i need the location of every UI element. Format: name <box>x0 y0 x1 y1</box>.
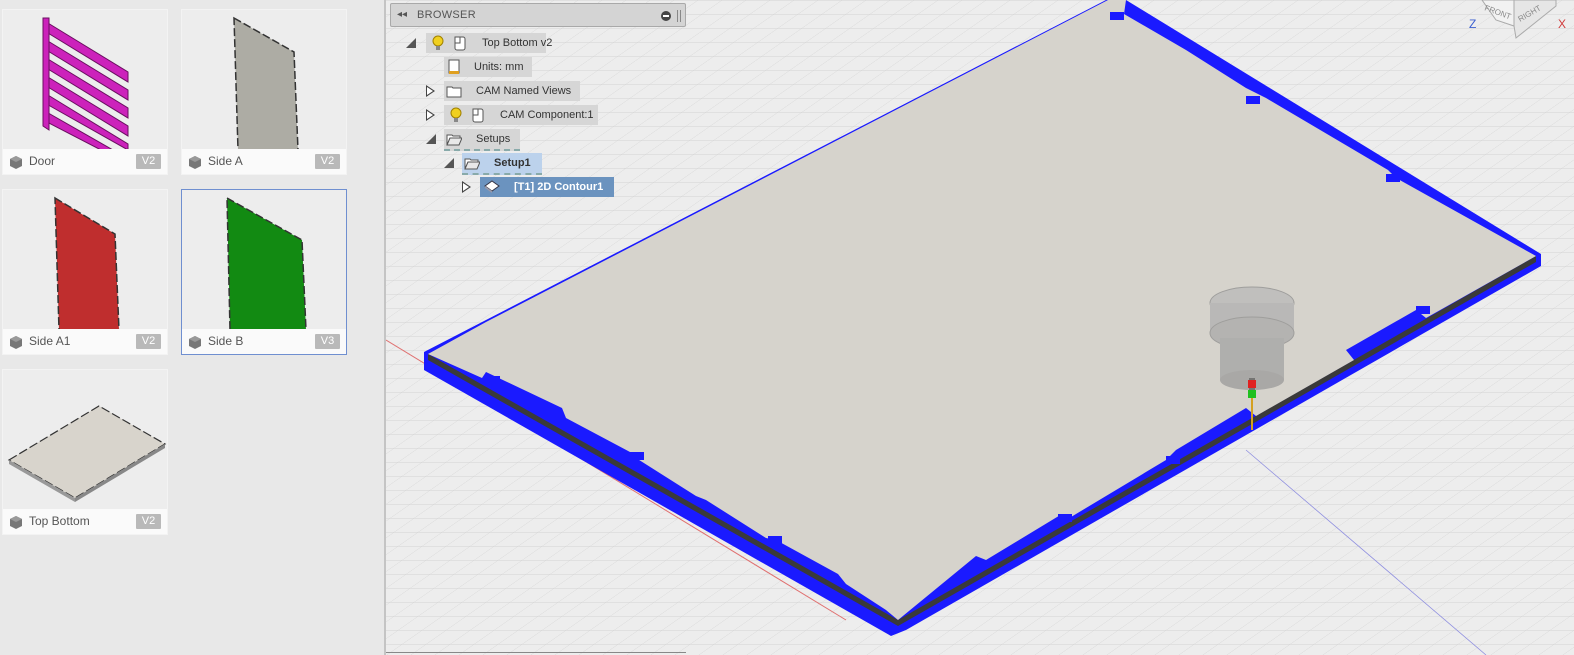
operation-label: [T1] 2D Contour1 <box>514 181 604 193</box>
design-cube-icon <box>10 336 22 349</box>
design-name: Side A1 <box>29 334 71 348</box>
tool-axis-x-marker <box>1248 380 1256 388</box>
design-thumbnail <box>3 190 167 330</box>
horizontal-scrollbar[interactable] <box>386 652 686 653</box>
root-label: Top Bottom v2 <box>482 37 553 49</box>
lightbulb-icon[interactable] <box>448 107 464 123</box>
design-thumbnail <box>182 190 346 330</box>
design-name: Side A <box>208 154 243 168</box>
panel-grip-icon[interactable] <box>677 10 681 22</box>
design-card-top-bottom[interactable]: Top Bottom V2 <box>2 369 168 535</box>
tree-node-setup1[interactable]: Setup1 <box>390 153 690 175</box>
design-cube-icon <box>189 156 201 169</box>
expand-closed-icon[interactable] <box>426 85 435 97</box>
design-card-side-a[interactable]: Side A V2 <box>181 9 347 175</box>
design-card-side-a1[interactable]: Side A1 V2 <box>2 189 168 355</box>
collapse-panel-icon[interactable]: ◂◂ <box>397 9 407 20</box>
tree-node-root[interactable]: Top Bottom v2 <box>390 33 690 53</box>
design-name: Side B <box>208 334 244 348</box>
version-badge: V2 <box>315 154 340 169</box>
cam-component-label: CAM Component:1 <box>500 109 594 121</box>
design-thumbnail <box>182 10 346 150</box>
data-panel: Door V2 Side A V2 Side A1 V2 Side B V3 T… <box>0 0 384 655</box>
browser-title: BROWSER <box>417 9 476 21</box>
expand-open-icon[interactable] <box>444 158 454 168</box>
canvas-viewport[interactable]: FRONT RIGHT Z X ◂◂ BROWSER Top Bottom v2 <box>386 0 1574 655</box>
open-folder-icon <box>464 158 480 170</box>
design-name: Door <box>29 154 56 168</box>
contour-operation-icon <box>484 180 500 193</box>
tool-axis-y-marker <box>1248 390 1256 398</box>
tree-node-setups[interactable]: Setups <box>390 129 690 151</box>
expand-open-icon[interactable] <box>406 38 416 48</box>
design-thumbnail <box>3 10 167 150</box>
cutting-tool <box>1209 286 1295 392</box>
design-name: Top Bottom <box>29 514 90 528</box>
document-units-icon <box>448 59 460 74</box>
component-icon <box>454 36 466 51</box>
units-label: Units: mm <box>474 61 524 73</box>
folder-icon <box>446 86 462 98</box>
open-folder-icon <box>446 134 462 146</box>
expand-open-icon[interactable] <box>426 134 436 144</box>
axis-x-label: X <box>1558 17 1566 31</box>
design-cube-icon <box>10 156 22 169</box>
expand-closed-icon[interactable] <box>426 109 435 121</box>
version-badge: V2 <box>136 514 161 529</box>
design-cube-icon <box>10 516 22 529</box>
browser-header[interactable]: ◂◂ BROWSER <box>390 3 686 27</box>
lightbulb-icon[interactable] <box>430 35 446 51</box>
tree-node-named-views[interactable]: CAM Named Views <box>390 81 690 101</box>
setups-label: Setups <box>476 133 511 145</box>
component-icon <box>472 108 484 123</box>
minimize-icon[interactable] <box>661 11 671 21</box>
design-cube-icon <box>189 336 201 349</box>
named-views-label: CAM Named Views <box>476 85 572 97</box>
tree-node-units[interactable]: Units: mm <box>390 57 690 77</box>
design-thumbnail <box>3 370 167 510</box>
version-badge: V2 <box>136 334 161 349</box>
design-card-door[interactable]: Door V2 <box>2 9 168 175</box>
setup1-label: Setup1 <box>494 157 531 169</box>
version-badge: V3 <box>315 334 340 349</box>
tree-node-operation[interactable]: [T1] 2D Contour1 <box>390 177 690 197</box>
axis-z-label: Z <box>1469 17 1476 31</box>
tree-node-cam-component[interactable]: CAM Component:1 <box>390 105 690 125</box>
version-badge: V2 <box>136 154 161 169</box>
design-card-side-b[interactable]: Side B V3 <box>181 189 347 355</box>
expand-closed-icon[interactable] <box>462 181 471 193</box>
